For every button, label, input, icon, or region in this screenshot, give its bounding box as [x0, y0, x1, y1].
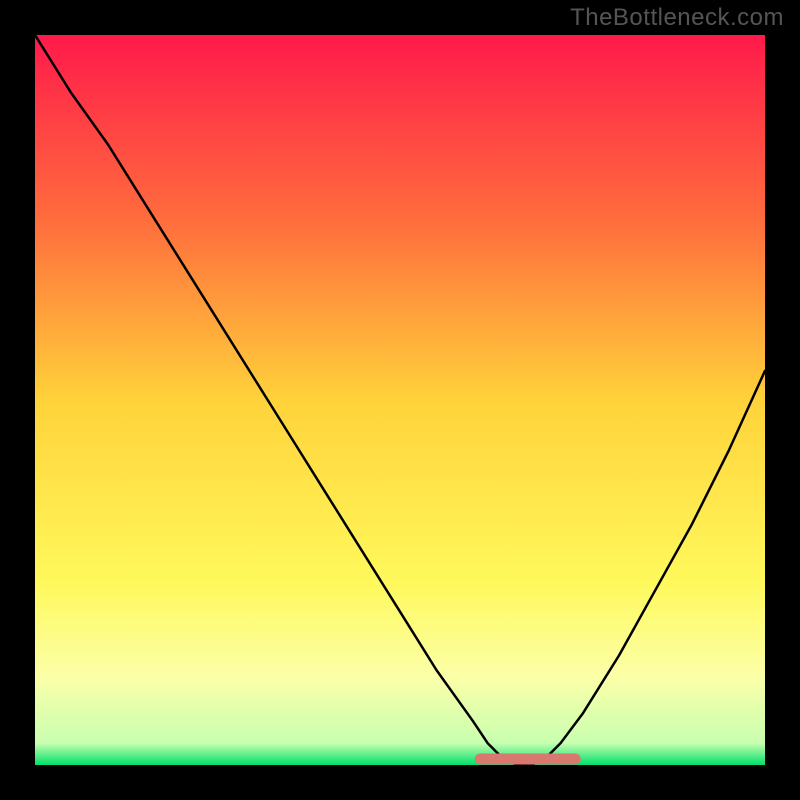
chart-plot-area: [35, 35, 765, 765]
chart-svg: [35, 35, 765, 765]
gradient-background: [35, 35, 765, 765]
chart-frame: TheBottleneck.com: [0, 0, 800, 800]
watermark-text: TheBottleneck.com: [570, 4, 784, 32]
